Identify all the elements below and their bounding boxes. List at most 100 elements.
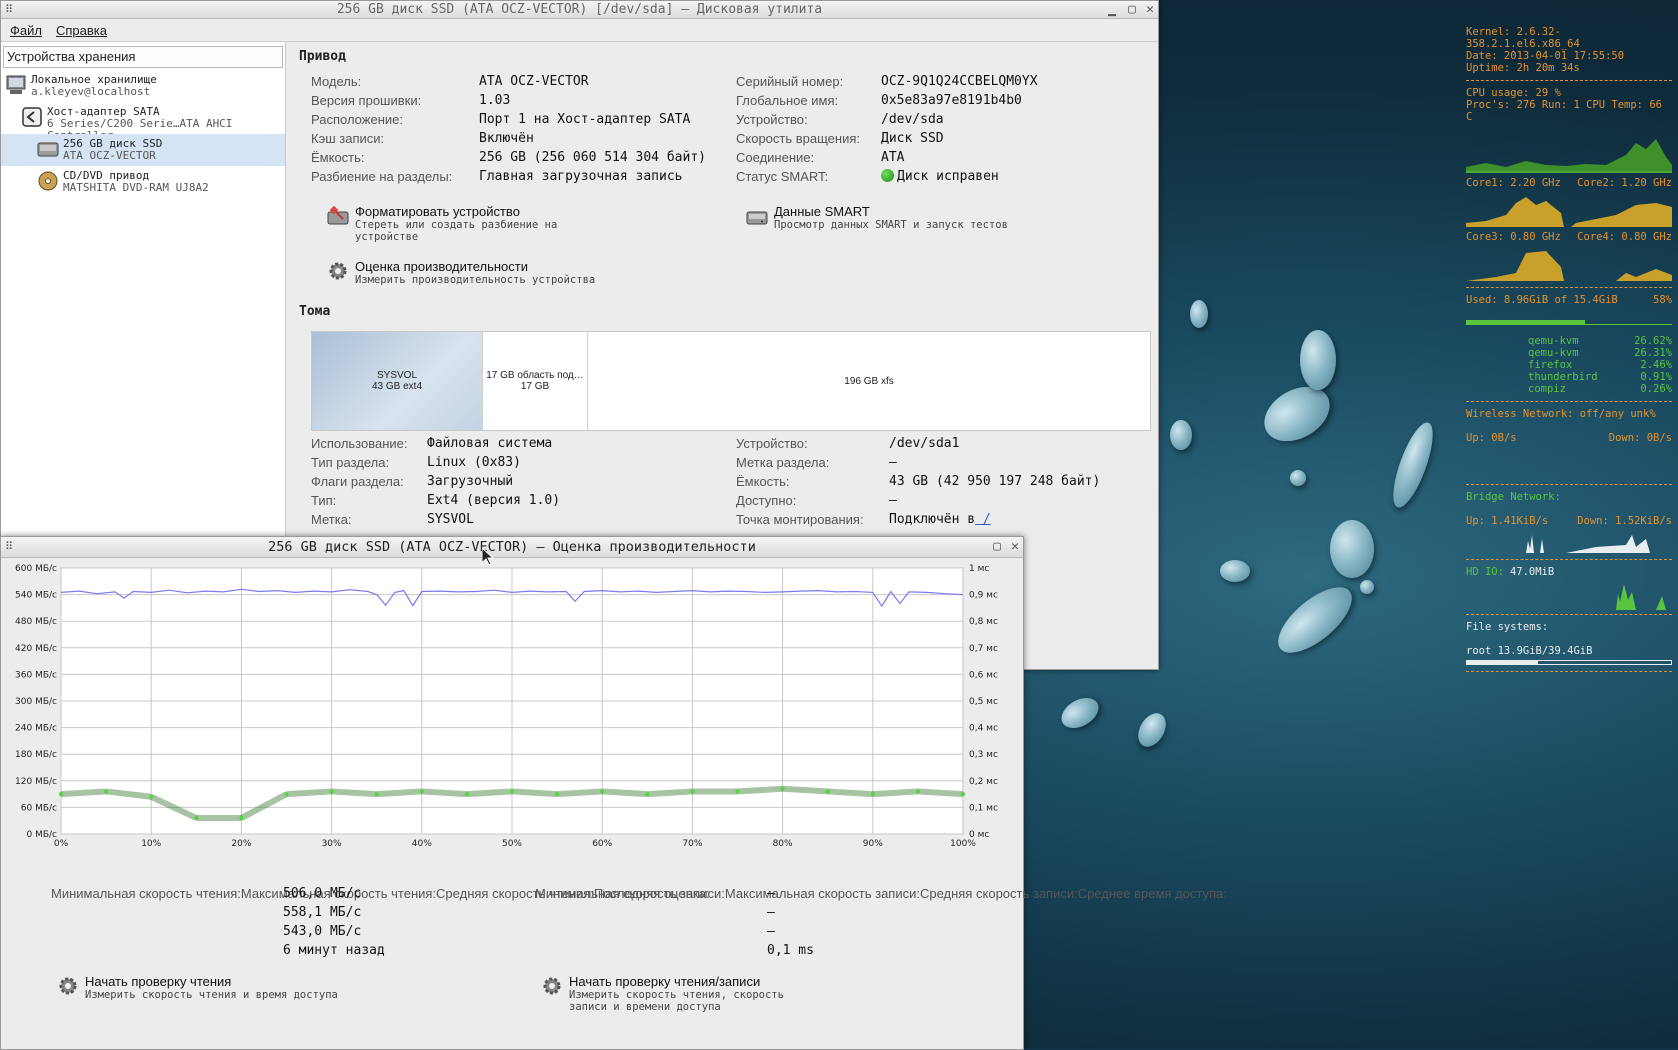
x-tick-label: 60% [592,839,612,849]
read-stat-value: 6 минут назад [283,943,385,958]
smart-disk-icon [746,211,768,225]
process-name: thunderbird [1528,371,1598,383]
y-left-tick-label: 0 МБ/с [26,830,57,840]
volume-sub: 17 GB [520,381,550,392]
water-drop [1300,330,1336,390]
y-right-tick-label: 0,5 мс [969,697,998,707]
smart-data-action[interactable]: Данные SMART Просмотр данных SMART и зап… [746,205,1008,231]
hdio-graph [1466,582,1672,610]
hard-disk-icon [37,142,59,157]
start-readwrite-test-action[interactable]: Начать проверку чтения/записи Измерить с… [541,975,784,1013]
access-time-point [870,792,875,797]
fs-root: root 13.9GiB/39.4GiB [1466,645,1593,657]
water-drop [1056,691,1104,735]
drive-prop-value: Диск SSD [881,131,944,146]
sidebar-item-sata-adapter[interactable]: Хост-адаптер SATA 6 Series/C200 Serie…AT… [1,102,285,142]
water-drop [1170,420,1192,450]
y-left-tick-label: 180 МБ/с [15,750,57,760]
window-menu-icon[interactable]: ⠿ [5,1,13,18]
procs-info: Proc's: 276 Run: 1 CPU Temp: 66 C [1466,99,1662,123]
volume-prop-key: Метка: [311,512,352,527]
drive-prop-key: Серийный номер: [736,74,844,89]
y-left-tick-label: 480 МБ/с [15,617,57,627]
gear-icon [59,977,77,995]
mem-percent: 58% [1653,294,1672,306]
access-time-band [60,788,107,798]
x-tick-label: 0% [54,839,69,849]
core4-freq: Core4: 0.80 GHz [1577,231,1672,243]
volume-prop-value: Загрузочный [427,474,514,489]
gear-icon [329,262,347,280]
x-tick-label: 10% [141,839,161,849]
menu-help[interactable]: Справка [56,23,107,38]
water-drop [1190,300,1208,328]
volume-prop-key: Ёмкость: [736,474,790,489]
volume-sysvol[interactable]: SYSVOL 43 GB ext4 [312,332,483,430]
minimize-icon[interactable]: ▁ [1108,1,1116,18]
write-stat-value: – [767,924,775,939]
benchmark-window: ⠿ 256 GB диск SSD (ATA OCZ-VECTOR) – Оце… [0,536,1227,1050]
y-left-tick-label: 120 МБ/с [15,777,57,787]
uptime-info: Uptime: 2h 20m 34s [1466,62,1580,74]
smart-desc: Просмотр данных SMART и запуск тестов [774,219,1008,231]
filesystems-label: File systems: [1466,621,1549,633]
format-device-action[interactable]: Форматировать устройство Стереть или соз… [327,205,557,243]
water-drop [1220,560,1250,582]
x-tick-label: 70% [682,839,702,849]
volume-prop-value: 43 GB (42 950 197 248 байт) [889,474,1101,489]
volume-prop-key: Тип: [311,493,337,508]
bridge-graph [1466,531,1672,553]
write-stat-value: – [767,886,775,901]
drive-prop-value: 256 GB (256 060 514 304 байт) [479,150,706,165]
volume-xfs[interactable]: 196 GB xfs [588,332,1150,430]
access-time-band [827,788,873,798]
access-time-point [374,792,379,797]
maximize-icon[interactable]: ▢ [1128,1,1136,18]
x-tick-label: 80% [773,839,793,849]
sidebar-item-optical[interactable]: CD/DVD привод MATSHITA DVD-RAM UJ8A2 [1,166,285,198]
menu-bar: Файл Справка [1,19,1158,42]
close-icon[interactable]: ✕ [1146,1,1154,18]
access-time-band [286,788,332,798]
water-drop [1385,418,1441,512]
water-drop [1290,470,1306,486]
title-bar[interactable]: ⠿ 256 GB диск SSD (ATA OCZ-VECTOR) [/dev… [1,1,1158,19]
volume-prop-key: Метка раздела: [736,455,830,470]
optical-disc-icon [38,171,58,191]
wireless-up: Up: 0B/s [1466,432,1517,444]
y-right-tick-label: 0,4 мс [969,724,998,734]
y-right-tick-label: 0,9 мс [969,591,998,601]
access-time-band [511,788,558,798]
volume-swap[interactable]: 17 GB область под… 17 GB [483,332,588,430]
start-read-test-action[interactable]: Начать проверку чтения Измерить скорость… [57,975,338,1001]
process-row: thunderbird 0.91% [1528,371,1672,383]
maximize-icon[interactable]: ▢ [993,537,1001,557]
volume-prop-key: Тип раздела: [311,455,390,470]
access-time-point [555,792,560,797]
write-stat-key: Минимальная скорость записи: [535,886,725,901]
y-left-tick-label: 420 МБ/с [15,644,57,654]
water-drop [1132,708,1172,752]
benchmark-action[interactable]: Оценка производительности Измерить произ… [327,260,595,286]
water-drop [1254,375,1340,453]
access-time-point [690,789,695,794]
x-tick-label: 40% [412,839,432,849]
title-bar[interactable]: ⠿ 256 GB диск SSD (ATA OCZ-VECTOR) – Оце… [1,537,1023,558]
process-cpu: 26.62% [1634,335,1672,347]
close-icon[interactable]: ✕ [1011,537,1019,557]
drive-prop-value: 0x5e83a97e8191b4b0 [881,93,1022,108]
readwrite-test-desc-2: записи и времени доступа [569,1001,721,1013]
top-processes: qemu-kvm 26.62% qemu-kvm 26.31% firefox 2.46%… [1466,335,1672,395]
window-menu-icon[interactable]: ⠿ [5,537,13,557]
bridge-down: Down: 1.52KiB/s [1577,515,1672,527]
x-tick-label: 90% [863,839,883,849]
cpu-graph [1466,137,1672,173]
y-left-tick-label: 540 МБ/с [15,591,57,601]
sidebar-item-local-storage[interactable]: Локальное хранилище a.kleyev@localhost [1,70,285,102]
x-tick-label: 100% [950,839,976,849]
sidebar-item-sub: a.kleyev@localhost [31,85,151,98]
sidebar-item-ssd[interactable]: 256 GB диск SSD ATA OCZ-VECTOR [1,134,285,166]
mount-point-link[interactable]: / [975,512,991,527]
menu-file[interactable]: Файл [10,23,42,38]
y-right-tick-label: 0 мс [969,830,989,840]
